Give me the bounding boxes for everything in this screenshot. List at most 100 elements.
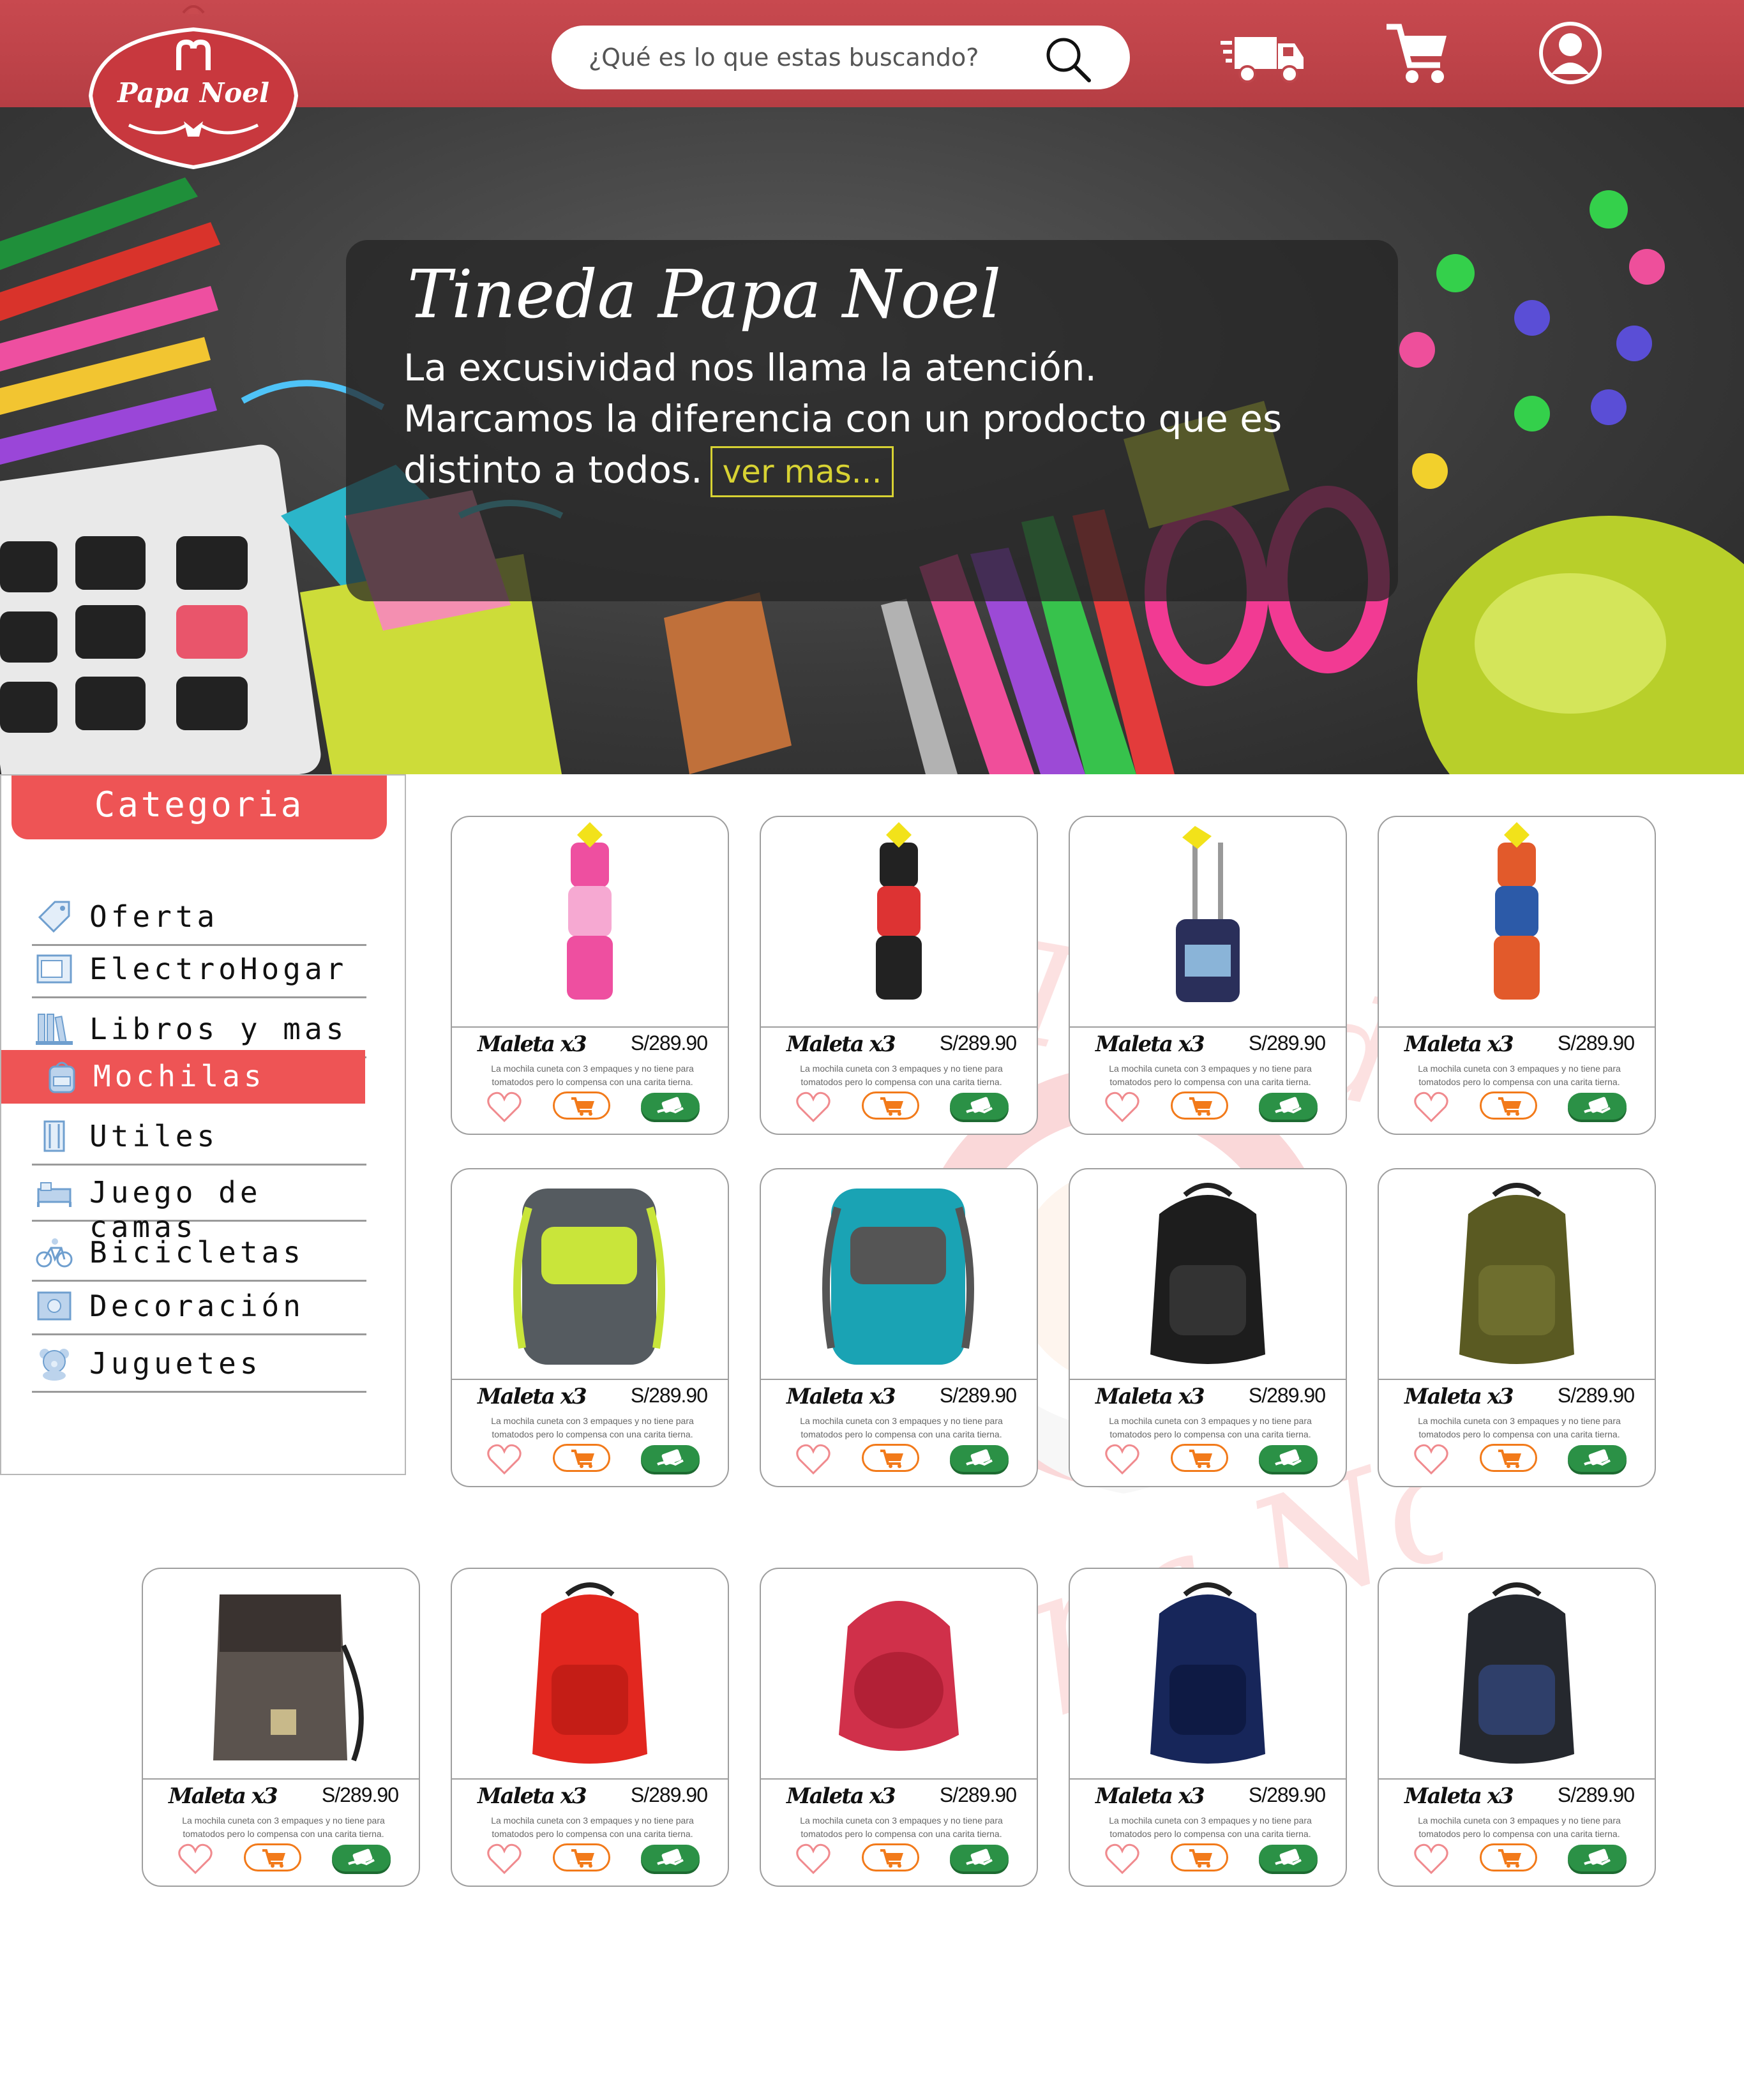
product-image[interactable] [1070,817,1346,1028]
product-name[interactable]: Maleta x3 [1095,1031,1205,1057]
product-image[interactable] [452,1569,728,1780]
add-to-cart-button[interactable] [862,1444,919,1472]
product-name[interactable]: Maleta x3 [477,1031,587,1057]
product-name[interactable]: Maleta x3 [1095,1384,1205,1409]
product-card[interactable]: Maleta x3 S/289.90 La mochila cuneta con… [451,1568,729,1887]
heart-icon[interactable] [486,1091,522,1123]
add-to-cart-button[interactable] [1480,1843,1537,1871]
cart-icon [1189,1450,1212,1468]
product-image[interactable] [1379,817,1655,1028]
heart-icon[interactable] [1413,1843,1449,1875]
buy-now-button[interactable] [1568,1845,1627,1871]
heart-icon[interactable] [795,1091,831,1123]
product-card[interactable]: Maleta x3 S/289.90 La mochila cuneta con… [1069,1168,1347,1487]
product-image[interactable] [1379,1169,1655,1380]
product-name[interactable]: Maleta x3 [169,1783,278,1809]
category-item-juguetes[interactable]: Juguetes [32,1337,366,1393]
product-name[interactable]: Maleta x3 [786,1384,896,1409]
add-to-cart-button[interactable] [553,1444,610,1472]
add-to-cart-button[interactable] [1171,1843,1228,1871]
product-card[interactable]: Maleta x3 S/289.90 La mochila cuneta con… [451,816,729,1135]
product-card[interactable]: Maleta x3 S/289.90 La mochila cuneta con… [1378,1568,1656,1887]
product-card[interactable]: Maleta x3 S/289.90 La mochila cuneta con… [1069,816,1347,1135]
buy-now-button[interactable] [950,1845,1009,1871]
product-image[interactable] [1070,1169,1346,1380]
product-card[interactable]: Maleta x3 S/289.90 La mochila cuneta con… [760,816,1038,1135]
product-name[interactable]: Maleta x3 [786,1031,896,1057]
delivery-truck-icon[interactable] [1221,18,1305,88]
buy-now-button[interactable] [641,1845,700,1871]
category-item-oferta[interactable]: Oferta [32,890,366,946]
product-name[interactable]: Maleta x3 [477,1384,587,1409]
buy-now-button[interactable] [332,1845,391,1871]
category-item-utiles[interactable]: Utiles [32,1110,366,1166]
product-card[interactable]: Maleta x3 S/289.90 La mochila cuneta con… [1378,1168,1656,1487]
add-to-cart-button[interactable] [1480,1444,1537,1472]
product-image[interactable] [1379,1569,1655,1780]
heart-icon[interactable] [486,1444,522,1476]
product-name[interactable]: Maleta x3 [1095,1783,1205,1809]
heart-icon[interactable] [1104,1444,1140,1476]
add-to-cart-button[interactable] [862,1843,919,1871]
product-name[interactable]: Maleta x3 [1404,1384,1514,1409]
cart-icon [262,1849,285,1868]
product-image[interactable] [761,817,1037,1028]
heart-icon[interactable] [1413,1444,1449,1476]
heart-icon[interactable] [1413,1091,1449,1123]
ver-mas-button[interactable]: ver mas... [710,446,894,497]
buy-now-button[interactable] [1568,1445,1627,1472]
category-item-decoracion[interactable]: Decoración [32,1280,366,1335]
heart-icon[interactable] [795,1444,831,1476]
product-card[interactable]: Maleta x3 S/289.90 La mochila cuneta con… [1378,816,1656,1135]
bicycle-icon [36,1238,73,1268]
user-icon[interactable] [1537,18,1604,88]
product-card[interactable]: Maleta x3 S/289.90 La mochila cuneta con… [142,1568,420,1887]
product-price: S/289.90 [1248,1031,1326,1054]
add-to-cart-button[interactable] [553,1843,610,1871]
category-item-bicicletas[interactable]: Bicicletas [32,1226,366,1282]
product-card[interactable]: Maleta x3 S/289.90 La mochila cuneta con… [760,1568,1038,1887]
product-name[interactable]: Maleta x3 [477,1783,587,1809]
add-to-cart-button[interactable] [1171,1091,1228,1120]
category-item-mochilas[interactable]: Mochilas [1,1050,365,1104]
search-icon[interactable] [1043,34,1092,83]
product-image[interactable] [761,1169,1037,1380]
buy-now-button[interactable] [1259,1445,1318,1472]
buy-now-button[interactable] [950,1445,1009,1472]
product-image[interactable] [452,817,728,1028]
search-placeholder[interactable]: ¿Qué es lo que estas buscando? [589,43,979,71]
buy-now-button[interactable] [1259,1845,1318,1871]
buy-now-button[interactable] [641,1445,700,1472]
product-card[interactable]: Maleta x3 S/289.90 La mochila cuneta con… [760,1168,1038,1487]
buy-now-button[interactable] [950,1093,1009,1120]
add-to-cart-button[interactable] [244,1843,301,1871]
heart-icon[interactable] [177,1843,213,1875]
product-name[interactable]: Maleta x3 [786,1783,896,1809]
buy-now-button[interactable] [1259,1093,1318,1120]
product-image[interactable] [143,1569,419,1780]
heart-icon[interactable] [486,1843,522,1875]
product-image[interactable] [761,1569,1037,1780]
add-to-cart-button[interactable] [553,1091,610,1120]
add-to-cart-button[interactable] [1171,1444,1228,1472]
heart-icon[interactable] [795,1843,831,1875]
cart-icon[interactable] [1384,18,1449,88]
add-to-cart-button[interactable] [862,1091,919,1120]
product-image[interactable] [1070,1569,1346,1780]
product-price: S/289.90 [939,1783,1017,1806]
category-item-electrohogar[interactable]: ElectroHogar [32,943,366,998]
heart-icon[interactable] [1104,1091,1140,1123]
buy-now-button[interactable] [641,1093,700,1120]
product-card[interactable]: Maleta x3 S/289.90 La mochila cuneta con… [1069,1568,1347,1887]
product-name[interactable]: Maleta x3 [1404,1031,1514,1057]
product-card[interactable]: Maleta x3 S/289.90 La mochila cuneta con… [451,1168,729,1487]
category-title: Categoria [11,776,387,839]
buy-now-button[interactable] [1568,1093,1627,1120]
heart-icon[interactable] [1104,1843,1140,1875]
search-box[interactable]: ¿Qué es lo que estas buscando? [552,26,1130,89]
product-image[interactable] [452,1169,728,1380]
papa-noel-logo[interactable]: Papa Noel [71,0,315,174]
add-to-cart-button[interactable] [1480,1091,1537,1120]
category-item-camas[interactable]: Juego de camas [32,1166,366,1244]
product-name[interactable]: Maleta x3 [1404,1783,1514,1809]
